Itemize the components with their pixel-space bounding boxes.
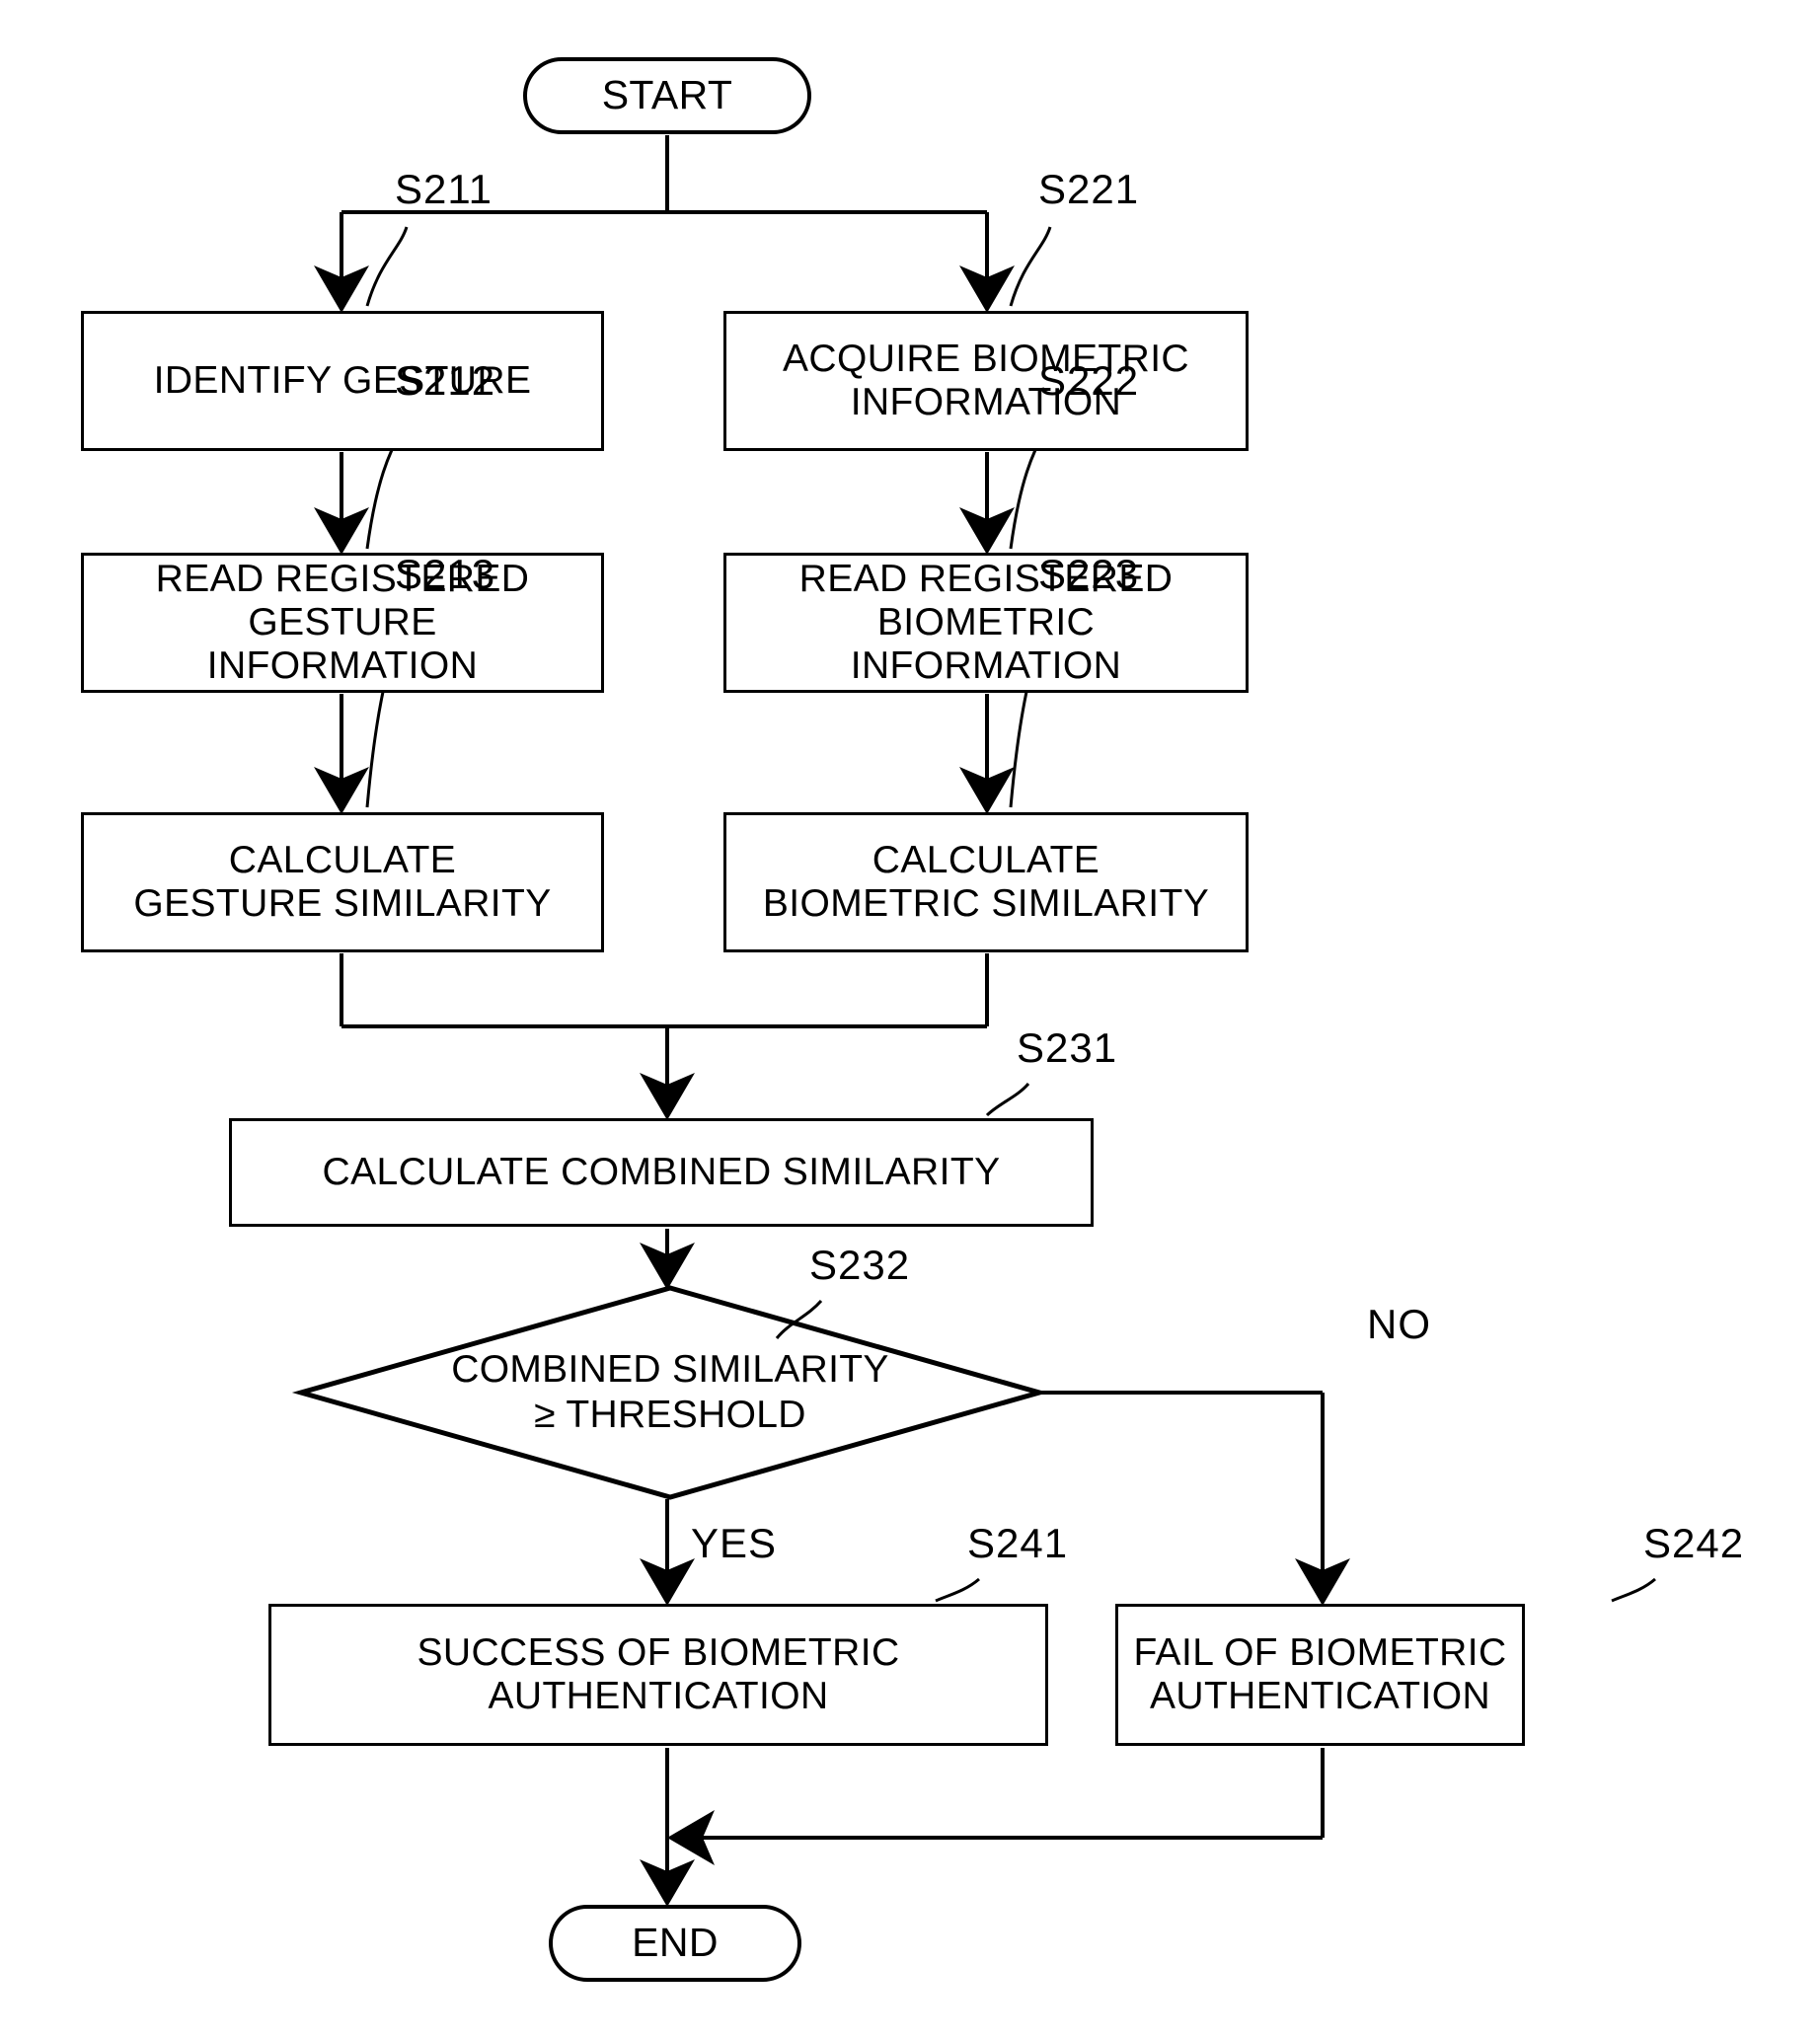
process-read-registered-gesture-information[interactable]: READ REGISTERED GESTURE INFORMATION [81, 553, 604, 693]
process-acquire-biometric-information[interactable]: ACQUIRE BIOMETRIC INFORMATION [723, 311, 1249, 451]
process-success-of-biometric-authentication-label: SUCCESS OF BIOMETRIC AUTHENTICATION [417, 1631, 900, 1717]
flowchart-canvas: START IDENTIFY GESTURE READ REGISTERED G… [0, 0, 1820, 2040]
terminator-end[interactable]: END [549, 1905, 801, 1982]
reference-label-s222: S222 [1038, 357, 1140, 404]
branch-label-yes: YES [691, 1520, 778, 1566]
reference-label-s241: S241 [967, 1520, 1069, 1566]
process-calculate-gesture-similarity[interactable]: CALCULATE GESTURE SIMILARITY [81, 812, 604, 952]
process-calculate-combined-similarity[interactable]: CALCULATE COMBINED SIMILARITY [229, 1118, 1094, 1227]
reference-label-s231: S231 [1017, 1024, 1118, 1071]
decision-combined-similarity-threshold[interactable]: COMBINED SIMILARITY ≥ THRESHOLD [301, 1288, 1039, 1497]
reference-label-s223: S223 [1038, 551, 1140, 597]
process-fail-of-biometric-authentication-label: FAIL OF BIOMETRIC AUTHENTICATION [1133, 1631, 1507, 1717]
terminator-start-label: START [601, 72, 733, 118]
reference-label-s242: S242 [1643, 1520, 1745, 1566]
process-read-registered-biometric-information[interactable]: READ REGISTERED BIOMETRIC INFORMATION [723, 553, 1249, 693]
process-success-of-biometric-authentication[interactable]: SUCCESS OF BIOMETRIC AUTHENTICATION [268, 1604, 1048, 1746]
branch-label-no: NO [1367, 1301, 1431, 1347]
reference-label-s221: S221 [1038, 166, 1140, 212]
process-calculate-biometric-similarity-label: CALCULATE BIOMETRIC SIMILARITY [762, 839, 1210, 925]
process-calculate-gesture-similarity-label: CALCULATE GESTURE SIMILARITY [133, 839, 552, 925]
process-fail-of-biometric-authentication[interactable]: FAIL OF BIOMETRIC AUTHENTICATION [1115, 1604, 1525, 1746]
process-calculate-combined-similarity-label: CALCULATE COMBINED SIMILARITY [322, 1151, 1001, 1194]
process-calculate-biometric-similarity[interactable]: CALCULATE BIOMETRIC SIMILARITY [723, 812, 1249, 952]
reference-label-s212: S212 [395, 357, 496, 404]
terminator-start[interactable]: START [523, 57, 811, 134]
reference-label-s211: S211 [395, 166, 493, 212]
process-identify-gesture[interactable]: IDENTIFY GESTURE [81, 311, 604, 451]
decision-combined-similarity-threshold-label: COMBINED SIMILARITY ≥ THRESHOLD [451, 1347, 889, 1436]
terminator-end-label: END [632, 1920, 719, 1966]
reference-label-s232: S232 [809, 1242, 911, 1288]
reference-label-s213: S213 [395, 551, 496, 597]
